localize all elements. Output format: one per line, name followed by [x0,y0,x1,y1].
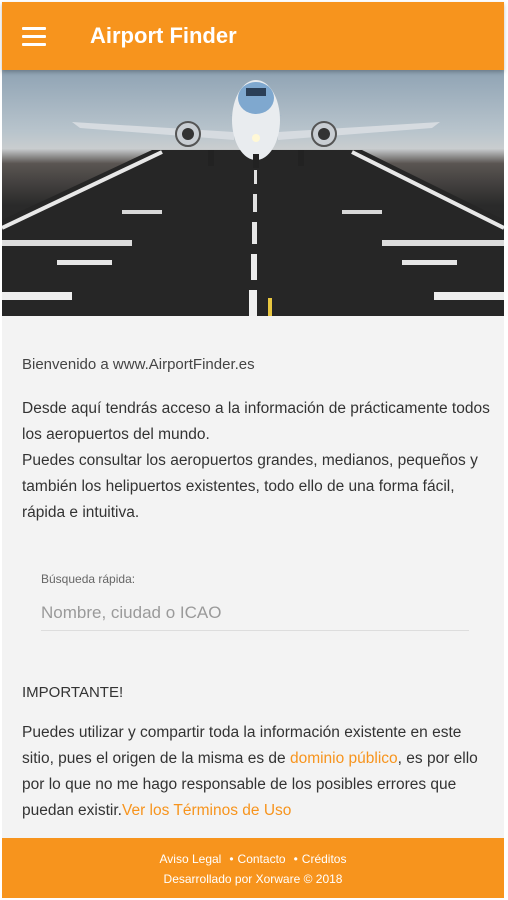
credits-link[interactable]: Créditos [302,852,347,866]
legal-notice-link[interactable]: Aviso Legal [160,852,222,866]
intro-line-2: Puedes consultar los aeropuertos grandes… [22,452,478,521]
app-title: Airport Finder [90,23,237,48]
contact-link[interactable]: Contacto [238,852,286,866]
developer-credits: Desarrollado por Xorware © 2018 [163,872,343,886]
app-bar: Airport Finder [2,2,504,70]
footer-links: Aviso Legal • Contacto • Créditos [2,852,504,866]
footer-separator: • [229,852,234,866]
hamburger-menu-icon[interactable] [22,18,58,54]
welcome-text: Bienvenido a www.AirportFinder.es [22,356,255,373]
main-content: Bienvenido a www.AirportFinder.es Desde … [2,316,504,838]
important-heading: IMPORTANTE! [22,684,124,701]
intro-line-1: Desde aquí tendrás acceso a la informaci… [22,400,490,443]
intro-text: Desde aquí tendrás acceso a la informaci… [22,396,492,526]
footer-separator: • [293,852,298,866]
hero-airplane-image [2,70,504,316]
search-label: Búsqueda rápida: [41,572,136,586]
footer: Aviso Legal • Contacto • Créditos Desarrolla… [2,838,504,898]
public-domain-link[interactable]: dominio público [290,750,398,767]
terms-of-use-link[interactable]: Ver los Términos de Uso [122,802,291,819]
search-input[interactable] [41,596,469,631]
important-text: Puedes utilizar y compartir toda la info… [22,720,492,824]
